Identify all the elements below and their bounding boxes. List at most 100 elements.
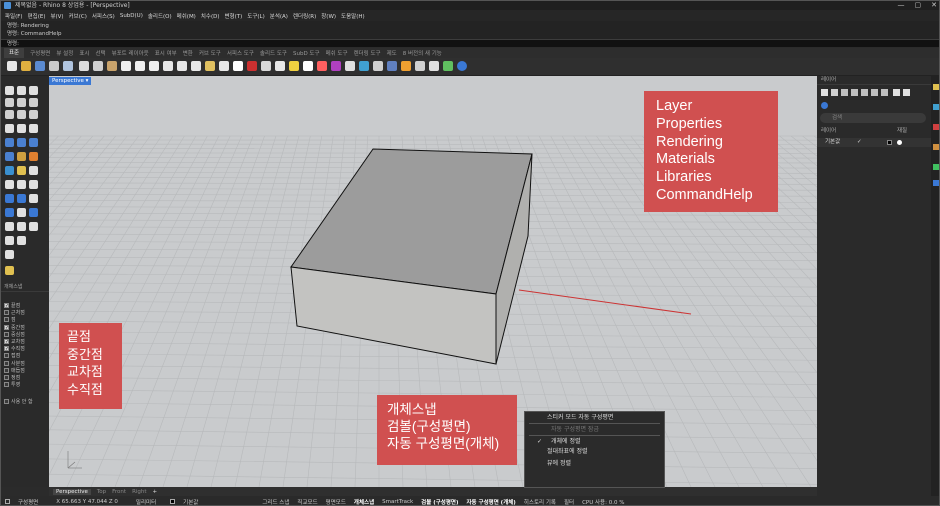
rectangle-icon[interactable] xyxy=(5,110,14,119)
zoom-window-icon[interactable] xyxy=(177,61,187,71)
mesh-icon[interactable] xyxy=(5,166,14,175)
menu-dimension[interactable]: 치수(D) xyxy=(201,12,220,20)
status-planar[interactable]: 평면모드 xyxy=(326,498,346,506)
checkbox[interactable] xyxy=(4,399,9,405)
menu-icon[interactable] xyxy=(893,89,900,96)
command-prompt[interactable]: 명령: xyxy=(1,39,939,47)
checkbox[interactable]: ✓ xyxy=(4,303,9,309)
checkbox[interactable] xyxy=(4,367,9,373)
menu-transform[interactable]: 변형(T) xyxy=(225,12,243,20)
tab-transform[interactable]: 변환 xyxy=(183,49,193,57)
menu-item-align-view[interactable]: 뷰에 정렬 xyxy=(525,458,664,469)
tab-set-view[interactable]: 뷰 설정 xyxy=(56,49,73,57)
add-viewport-tab-button[interactable]: + xyxy=(153,489,158,495)
curve-tools-icon[interactable] xyxy=(29,124,38,133)
status-autocplane[interactable]: 자동 구성평면 (개체) xyxy=(466,498,515,506)
import-icon[interactable] xyxy=(63,61,73,71)
render-tool-icon[interactable] xyxy=(5,266,14,275)
viewport-title[interactable]: Perspective ▾ xyxy=(49,77,92,85)
move-down-icon[interactable] xyxy=(861,89,868,96)
vp-tab-top[interactable]: Top xyxy=(97,489,106,495)
tab-surface-tools[interactable]: 서피스 도구 xyxy=(227,49,254,57)
block-icon[interactable] xyxy=(5,222,14,231)
osnap-item-center[interactable]: 중심점 xyxy=(1,331,49,338)
menu-mesh[interactable]: 메쉬(M) xyxy=(177,12,196,20)
tab-curve-tools[interactable]: 커브 도구 xyxy=(199,49,221,57)
zoom-extents-icon[interactable] xyxy=(191,61,201,71)
new-sublayer-icon[interactable] xyxy=(831,89,838,96)
pan-icon[interactable] xyxy=(135,61,145,71)
select-icon[interactable] xyxy=(275,61,285,71)
curve-icon[interactable] xyxy=(29,86,38,95)
rotate-icon[interactable] xyxy=(29,180,38,189)
filter-icon[interactable] xyxy=(871,89,878,96)
mirror-icon[interactable] xyxy=(17,194,26,203)
osnap-item-intersection[interactable]: ✓ 교차점 xyxy=(1,338,49,345)
text-icon[interactable] xyxy=(5,208,14,217)
checkbox[interactable] xyxy=(4,331,9,337)
maximize-button[interactable]: ▢ xyxy=(915,1,922,10)
print-icon[interactable] xyxy=(49,61,59,71)
layer-tab-icon[interactable] xyxy=(933,180,939,186)
osnap-item-quad[interactable]: 사분점 xyxy=(1,360,49,367)
light-icon[interactable] xyxy=(289,61,299,71)
status-units[interactable]: 밀리미터 xyxy=(136,498,156,506)
commandhelp-tab-icon[interactable] xyxy=(933,164,939,170)
render-icon[interactable] xyxy=(359,61,369,71)
trim-icon[interactable] xyxy=(29,222,38,231)
solid-tools-icon[interactable] xyxy=(17,152,26,161)
menu-solid[interactable]: 솔리드(O) xyxy=(148,12,172,20)
menu-view[interactable]: 뷰(V) xyxy=(50,12,63,20)
minimize-button[interactable]: — xyxy=(898,1,905,10)
grasshopper-icon[interactable] xyxy=(443,61,453,71)
close-button[interactable]: ✕ xyxy=(931,1,937,10)
osnap-item-mid[interactable]: ✓ 중간점 xyxy=(1,324,49,331)
osnap-item-knot[interactable]: 매듭점 xyxy=(1,367,49,374)
paste-icon[interactable] xyxy=(107,61,117,71)
tab-select[interactable]: 선택 xyxy=(95,49,105,57)
osnap-item-vertex[interactable]: 정점 xyxy=(1,374,49,381)
osnap-disable[interactable]: 사용 안 함 xyxy=(1,398,49,405)
checkbox[interactable] xyxy=(4,310,9,316)
vp-tab-perspective[interactable]: Perspective xyxy=(53,488,91,495)
rotate-view-icon[interactable] xyxy=(149,61,159,71)
menu-item-align-world[interactable]: 절대좌표에 정렬 xyxy=(525,446,664,457)
zoom-selected-icon[interactable] xyxy=(205,61,215,71)
status-cplane[interactable]: 구성평면 xyxy=(18,498,38,506)
properties-tab-icon[interactable] xyxy=(933,84,939,90)
current-layer-check[interactable]: ✓ xyxy=(857,138,862,147)
polygon-icon[interactable] xyxy=(17,110,26,119)
lock-icon[interactable] xyxy=(317,61,327,71)
checkbox[interactable]: ✓ xyxy=(4,339,9,345)
join-icon[interactable] xyxy=(5,236,14,245)
cplane-icon[interactable] xyxy=(247,61,257,71)
circle-icon[interactable] xyxy=(5,98,14,107)
menu-subd[interactable]: SubD(U) xyxy=(120,13,143,19)
menu-surface[interactable]: 서피스(S) xyxy=(92,12,115,20)
tab-new-in-v8[interactable]: 8 버전의 새 기능 xyxy=(403,49,442,57)
layer-color-swatch[interactable] xyxy=(887,140,892,145)
tab-standard[interactable]: 표준 xyxy=(4,48,25,58)
layer-material-swatch[interactable] xyxy=(897,140,902,145)
menu-tools[interactable]: 도구(L) xyxy=(247,12,264,20)
status-gumball[interactable]: 검볼 (구성평면) xyxy=(421,498,458,506)
vp-tab-right[interactable]: Right xyxy=(132,489,146,495)
tab-render-tools[interactable]: 렌더링 도구 xyxy=(354,49,381,57)
help-icon[interactable] xyxy=(457,61,467,71)
analyze-icon[interactable] xyxy=(5,250,14,259)
copy-object-icon[interactable] xyxy=(17,180,26,189)
layer-state-icon[interactable] xyxy=(881,89,888,96)
osnap-item-point[interactable]: 점 xyxy=(1,316,49,323)
solid-box-icon[interactable] xyxy=(5,152,14,161)
osnap-item-project[interactable]: 투영 xyxy=(1,381,49,388)
checkbox[interactable] xyxy=(4,382,9,388)
status-osnap[interactable]: 개체스냅 xyxy=(354,498,374,506)
menu-help[interactable]: 도움말(H) xyxy=(341,12,365,20)
checkbox[interactable] xyxy=(4,353,9,359)
save-icon[interactable] xyxy=(35,61,45,71)
options-icon[interactable] xyxy=(415,61,425,71)
status-smarttrack[interactable]: SmartTrack xyxy=(382,499,413,505)
freeform-icon[interactable] xyxy=(29,110,38,119)
help-icon[interactable] xyxy=(821,102,828,109)
status-filter[interactable]: 필터 xyxy=(564,498,574,506)
